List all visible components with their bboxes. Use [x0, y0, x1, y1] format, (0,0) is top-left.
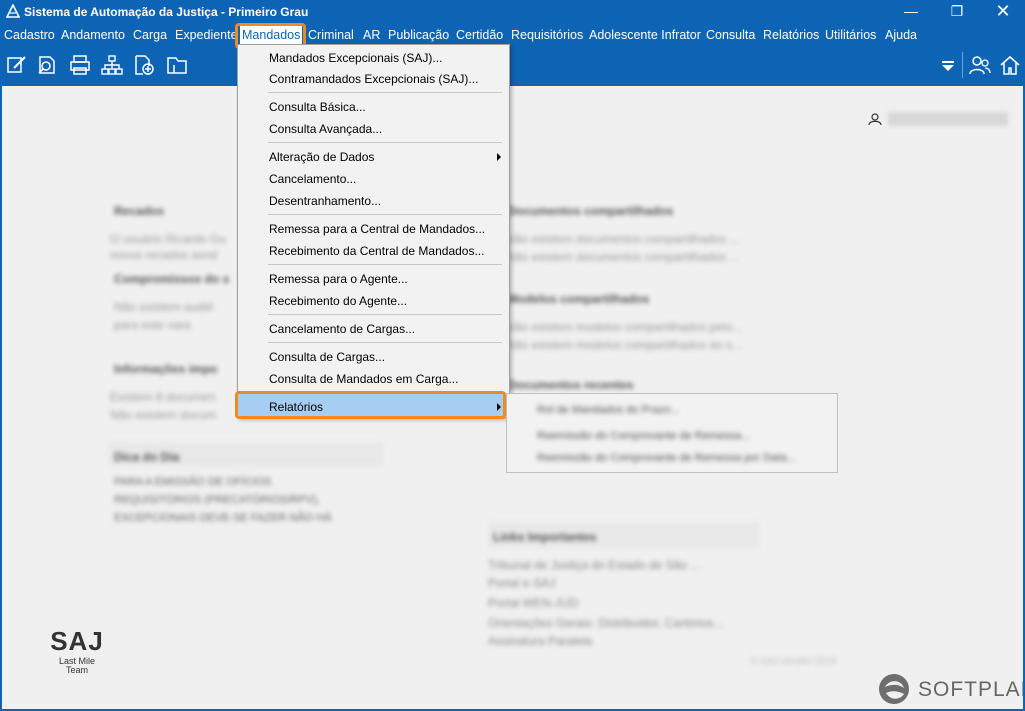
modelos-text: Não existem modelos compartilhados ao s.…: [506, 338, 743, 352]
submenu-arrow-icon: [497, 153, 501, 161]
sub-rol-mandados[interactable]: Rol de Mandados do Prazo...: [537, 404, 679, 416]
menu-separator: [268, 214, 502, 215]
menu-criminal[interactable]: Criminal: [308, 27, 354, 43]
link-item[interactable]: Portal e-SAJ: [488, 576, 555, 590]
dd-cancelamento[interactable]: Cancelamento...: [269, 172, 356, 186]
docs-text: Não existem documentos compartilhados ..…: [506, 232, 740, 246]
link-item[interactable]: Assinatura Paralela: [488, 634, 592, 648]
close-button[interactable]: ✕: [980, 0, 1025, 24]
app-logo-icon: [6, 4, 20, 18]
docs-text: Não existem documentos compartilhados ..…: [506, 250, 740, 264]
menu-carga[interactable]: Carga: [133, 27, 167, 43]
softplan-logo: SOFTPLAN: [876, 672, 1023, 708]
window-title: Sistema de Automação da Justiça - Primei…: [24, 5, 309, 19]
info-title: Informações impo: [114, 362, 218, 376]
link-item[interactable]: Orientações Gerais: Distribuidor, Cartór…: [488, 616, 723, 630]
menu-certidao[interactable]: Certidão: [456, 27, 503, 43]
compromissos-title: Compromissos do s: [114, 272, 230, 286]
footer-text: © SAJ versão 2024: [750, 656, 837, 667]
recados-text: novos recados send: [110, 248, 218, 262]
menu-ar[interactable]: AR: [363, 27, 380, 43]
modelos-text: Não existem modelos compartilhados pelo.…: [506, 320, 743, 334]
info-text: Não existem docum: [110, 408, 217, 422]
edit-icon[interactable]: [5, 54, 29, 76]
dd-remessa-agente[interactable]: Remessa para o Agente...: [269, 272, 408, 286]
dica-text: EXCEPCIONAIS DEVE-SE FAZER NÃO HÁ: [114, 512, 332, 524]
menu-publicacao[interactable]: Publicação: [388, 27, 449, 43]
toolbar-separator: [962, 52, 963, 78]
sub-reemissao-comprovante-data[interactable]: Reemissão do Comprovante de Remessa por …: [537, 452, 796, 464]
dd-alteracao-de-dados[interactable]: Alteração de Dados: [269, 150, 374, 164]
minimize-button[interactable]: —: [888, 0, 934, 24]
recentes-title: Documentos recentes: [508, 378, 634, 392]
dd-consulta-avancada[interactable]: Consulta Avançada...: [269, 122, 382, 136]
menu-separator: [268, 92, 502, 93]
menu-utilitarios[interactable]: Utilitários: [825, 27, 876, 43]
docs-title: Documentos compartilhados: [508, 204, 674, 218]
maximize-button[interactable]: ❐: [934, 0, 980, 24]
dica-title: Dica do Dia: [114, 450, 180, 464]
dd-mandados-excepcionais[interactable]: Mandados Excepcionais (SAJ)...: [269, 51, 442, 65]
menu-ajuda[interactable]: Ajuda: [885, 27, 917, 43]
dd-cancelamento-cargas[interactable]: Cancelamento de Cargas...: [269, 322, 415, 336]
menu-bar: Cadastro Andamento Carga Expediente Mand…: [0, 24, 1025, 46]
dd-consulta-cargas[interactable]: Consulta de Cargas...: [269, 350, 385, 364]
compromissos-text: Não existem audiê: [114, 300, 214, 314]
add-file-icon[interactable]: [132, 54, 156, 76]
printer-icon[interactable]: [68, 54, 92, 76]
user-icon: [868, 113, 882, 126]
dd-contramandados-excepcionais[interactable]: Contramandados Excepcionais (SAJ)...: [269, 72, 478, 86]
saj-logo: SAJ Last Mile Team: [46, 626, 108, 675]
dd-consulta-mandados-carga[interactable]: Consulta de Mandados em Carga...: [269, 372, 458, 386]
menu-relatorios[interactable]: Relatórios: [763, 27, 819, 43]
dica-text: REQUISITÓRIOS (PRECATÓRIOS/RPV),: [114, 494, 320, 506]
org-chart-icon[interactable]: [100, 54, 124, 76]
menu-consulta[interactable]: Consulta: [706, 27, 755, 43]
user-name: [888, 112, 1008, 126]
info-text: Existem 8 documen: [110, 390, 216, 404]
menu-separator: [268, 314, 502, 315]
relatorios-submenu: Rol de Mandados do Prazo... Reemissão do…: [506, 393, 838, 473]
link-item[interactable]: Tribunal de Justiça do Estado de São ...: [488, 558, 700, 572]
modelos-title: Modelos compartilhados: [508, 292, 650, 306]
dd-remessa-central[interactable]: Remessa para a Central de Mandados...: [269, 222, 485, 236]
links-title: Links Importantes: [493, 530, 597, 544]
sub-reemissao-comprovante[interactable]: Reemissão do Comprovante de Remessa...: [537, 430, 750, 442]
menu-separator: [268, 342, 502, 343]
dd-desentranhamento[interactable]: Desentranhamento...: [269, 194, 381, 208]
menu-andamento[interactable]: Andamento: [61, 27, 125, 43]
menu-separator: [268, 142, 502, 143]
home-icon[interactable]: [998, 54, 1022, 76]
menu-cadastro[interactable]: Cadastro: [4, 27, 55, 43]
compromissos-text: para este vara: [114, 318, 191, 332]
dropdown-triangle-icon[interactable]: [936, 54, 960, 76]
recados-text: O usuário Ricardo Gu: [110, 232, 227, 246]
menu-adolescente-infrator[interactable]: Adolescente Infrator: [589, 27, 701, 43]
title-bar: Sistema de Automação da Justiça - Primei…: [0, 0, 1025, 24]
dica-text: PARA A EMISSÃO DE OFÍCIOS: [114, 476, 272, 488]
menu-requisitorios[interactable]: Requisitórios: [511, 27, 583, 43]
dd-consulta-basica[interactable]: Consulta Básica...: [269, 100, 366, 114]
dd-recebimento-agente[interactable]: Recebimento do Agente...: [269, 294, 407, 308]
relatorios-item-highlight: [235, 391, 506, 419]
search-document-icon[interactable]: [36, 54, 60, 76]
recados-title: Recados: [114, 204, 165, 218]
folder-icon[interactable]: [165, 54, 189, 76]
menu-separator: [268, 264, 502, 265]
softplan-mark-icon: [879, 674, 909, 704]
users-icon[interactable]: [968, 54, 992, 76]
mandados-dropdown: Mandados Excepcionais (SAJ)... Contraman…: [237, 44, 510, 418]
toolbar: [0, 46, 1025, 86]
dd-recebimento-central[interactable]: Recebimento da Central de Mandados...: [269, 244, 484, 258]
saj-sub: Team: [65, 665, 88, 675]
softplan-text: SOFTPLAN: [918, 678, 1023, 701]
link-item[interactable]: Portal WEN-JUD: [488, 596, 578, 610]
menu-expediente[interactable]: Expediente: [175, 27, 238, 43]
saj-mark: SAJ: [50, 626, 104, 656]
